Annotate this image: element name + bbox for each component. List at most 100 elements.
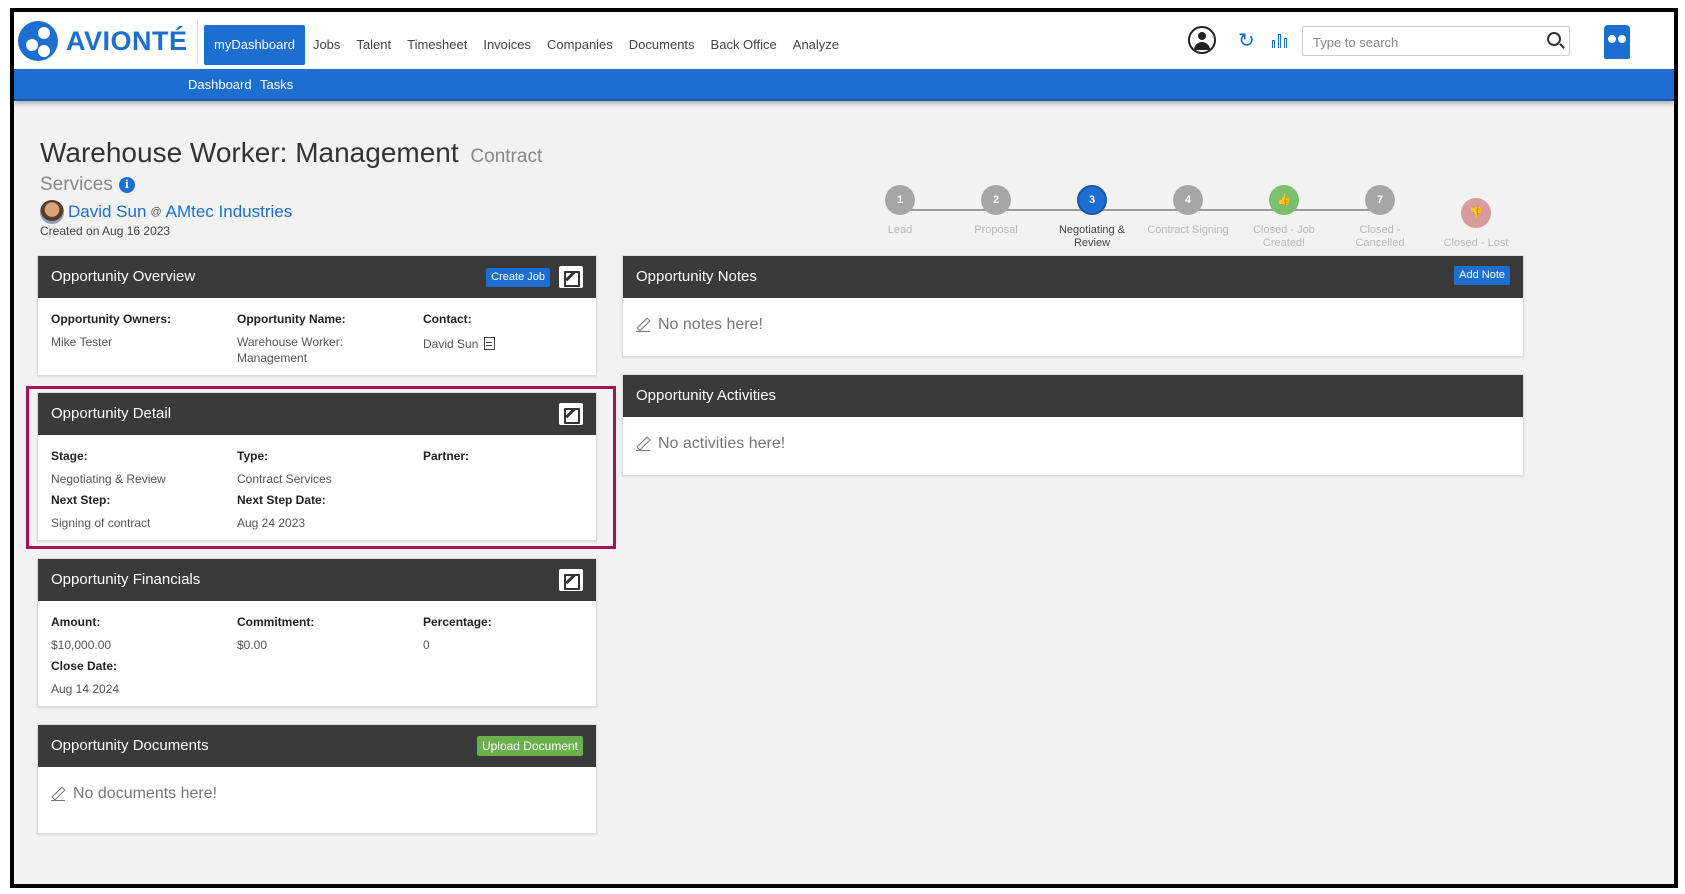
stage-label: Stage:: [51, 449, 88, 463]
pencil-icon: [51, 787, 65, 801]
contact-value[interactable]: David Sun: [423, 337, 478, 351]
edit-detail-icon[interactable]: [559, 403, 583, 425]
contact-link[interactable]: David Sun: [68, 202, 146, 222]
financials-panel: Opportunity Financials Amount: $10,000.0…: [37, 558, 597, 707]
notes-empty-text: No notes here!: [658, 316, 763, 333]
brand-name: AVIONTÉ: [66, 25, 188, 56]
next-step-date-value: Aug 24 2023: [237, 516, 306, 530]
percentage-field: Percentage: 0: [423, 615, 492, 653]
nav-item-analyze[interactable]: Analyze: [785, 25, 847, 65]
upload-document-button[interactable]: Upload Document: [476, 736, 583, 756]
opportunity-type-line2: Services i: [40, 174, 135, 196]
bar-chart-icon[interactable]: [1272, 30, 1290, 48]
refresh-icon[interactable]: ↻: [1238, 28, 1255, 53]
nav-item-talent[interactable]: Talent: [348, 25, 399, 65]
at-symbol: @: [150, 206, 162, 218]
detail-header: Opportunity Detail: [38, 393, 596, 435]
next-step-date-field: Next Step Date: Aug 24 2023: [237, 493, 326, 531]
nav-item-mydashboard[interactable]: myDashboard: [204, 25, 305, 65]
overview-title: Opportunity Overview: [51, 268, 196, 285]
user-profile-icon[interactable]: [1188, 26, 1216, 54]
close-date-field: Close Date: Aug 14 2024: [51, 659, 119, 697]
type-label: Type:: [237, 449, 269, 463]
global-search: [1302, 26, 1570, 56]
nav-item-back-office[interactable]: Back Office: [703, 25, 785, 65]
step-closed-lost[interactable]: 👎: [1461, 198, 1491, 228]
contact-field: Contact: David Sun: [423, 312, 496, 352]
documents-header: Opportunity Documents Upload Document: [38, 725, 596, 767]
owners-value: Mike Tester: [51, 335, 113, 349]
subnav-item-tasks[interactable]: Tasks: [260, 77, 293, 92]
step-label-closed-won: Closed - Job Created!: [1253, 224, 1315, 249]
type-field: Type: Contract Services: [237, 449, 332, 487]
opportunity-type-part2: Services: [40, 174, 113, 195]
nav-item-jobs[interactable]: Jobs: [305, 25, 348, 65]
detail-panel: Opportunity Detail Stage: Negotiating & …: [37, 392, 597, 541]
nav-item-companies[interactable]: Companies: [539, 25, 621, 65]
thumbs-down-icon: 👎: [1469, 207, 1483, 219]
notes-header: Opportunity Notes Add Note: [623, 256, 1523, 298]
add-note-button[interactable]: Add Note: [1454, 266, 1510, 285]
nav-item-invoices[interactable]: Invoices: [475, 25, 539, 65]
step-contract-signing[interactable]: 4: [1173, 185, 1203, 215]
notes-panel: Opportunity Notes Add Note No notes here…: [622, 255, 1524, 357]
step-negotiating[interactable]: 3: [1077, 185, 1107, 215]
notes-title: Opportunity Notes: [636, 268, 757, 285]
overview-header: Opportunity Overview Create Job: [38, 256, 596, 298]
activities-title: Opportunity Activities: [636, 387, 777, 404]
edit-financials-icon[interactable]: [559, 569, 583, 591]
documents-empty-text: No documents here!: [73, 785, 218, 802]
avatar: [40, 200, 64, 224]
close-date-value: Aug 14 2024: [51, 682, 120, 696]
page-title: Warehouse Worker: Management Contract: [40, 137, 542, 169]
contact-line: David Sun @ AMtec Industries: [40, 200, 292, 224]
pencil-icon: [636, 318, 650, 332]
search-input[interactable]: [1313, 32, 1533, 52]
activities-panel: Opportunity Activities No activities her…: [622, 374, 1524, 476]
name-value: Warehouse Worker: Management: [237, 335, 344, 365]
create-job-button[interactable]: Create Job: [486, 268, 550, 287]
company-link[interactable]: AMtec Industries: [166, 202, 293, 222]
search-icon[interactable]: [1547, 32, 1561, 46]
step-label-closed-cancelled: Closed - Cancelled: [1355, 224, 1405, 249]
step-closed-cancelled[interactable]: 7: [1365, 185, 1395, 215]
commitment-label: Commitment:: [237, 615, 315, 629]
step-closed-won[interactable]: 👍: [1269, 185, 1299, 215]
nav-item-timesheet[interactable]: Timesheet: [399, 25, 475, 65]
step-proposal[interactable]: 2: [981, 185, 1011, 215]
partner-label: Partner:: [423, 449, 470, 463]
close-date-label: Close Date:: [51, 659, 118, 673]
type-value: Contract Services: [237, 472, 332, 486]
subnav-item-dashboard[interactable]: Dashboard: [188, 77, 252, 92]
documents-panel: Opportunity Documents Upload Document No…: [37, 724, 597, 834]
edit-overview-icon[interactable]: [559, 266, 583, 288]
created-date: Created on Aug 16 2023: [40, 224, 171, 238]
info-icon[interactable]: i: [118, 177, 135, 193]
next-step-field: Next Step: Signing of contract: [51, 493, 150, 531]
step-label-lead: Lead: [887, 224, 913, 236]
step-label-proposal: Proposal: [974, 224, 1018, 236]
stepper-track: [900, 209, 1380, 211]
owners-label: Opportunity Owners:: [51, 312, 171, 326]
pencil-icon: [636, 437, 650, 451]
nav-item-documents[interactable]: Documents: [621, 25, 703, 65]
contact-label: Contact:: [423, 312, 472, 326]
amount-value: $10,000.00: [51, 638, 112, 652]
step-lead[interactable]: 1: [885, 185, 915, 215]
commitment-value: $0.00: [237, 638, 268, 652]
logo[interactable]: AVIONTÉ: [18, 21, 188, 61]
contact-value-row: David Sun: [423, 336, 496, 352]
documents-title: Opportunity Documents: [51, 737, 209, 754]
next-step-label: Next Step:: [51, 493, 111, 507]
owners-field: Opportunity Owners: Mike Tester: [51, 312, 171, 350]
document-icon[interactable]: [484, 337, 496, 350]
overview-panel: Opportunity Overview Create Job Opportun…: [37, 255, 597, 376]
owl-help-icon[interactable]: [1604, 25, 1630, 59]
documents-empty: No documents here!: [51, 785, 217, 803]
partner-field: Partner:: [423, 449, 469, 463]
amount-field: Amount: $10,000.00: [51, 615, 111, 653]
stage-value: Negotiating & Review: [51, 472, 166, 486]
sub-navbar: Dashboard Tasks: [14, 69, 1674, 101]
app-window: AVIONTÉ myDashboard Jobs Talent Timeshee…: [10, 8, 1678, 888]
financials-header: Opportunity Financials: [38, 559, 596, 601]
